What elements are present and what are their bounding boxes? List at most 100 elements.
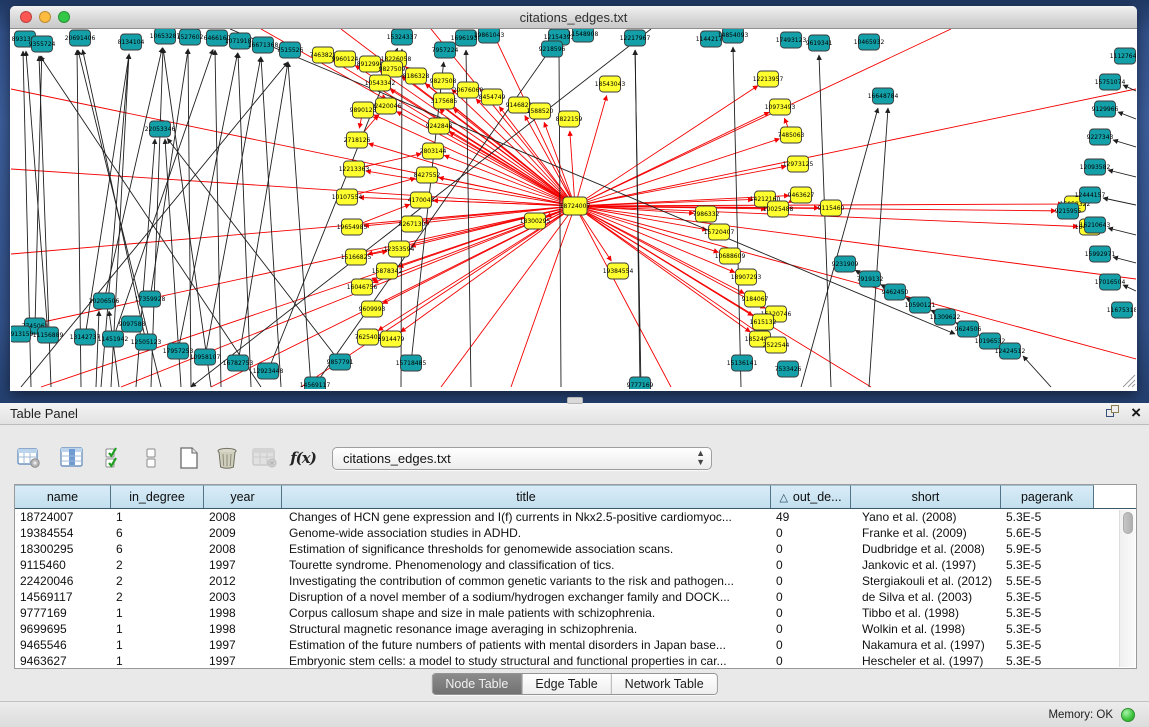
column-header-short[interactable]: short: [851, 485, 1001, 508]
tab-edge-table[interactable]: Edge Table: [522, 674, 611, 694]
network-edge[interactable]: [167, 138, 340, 362]
network-node-label: 15720407: [704, 229, 735, 236]
network-edge[interactable]: [261, 57, 281, 387]
network-edge[interactable]: [1113, 140, 1136, 147]
network-edge[interactable]: [575, 206, 744, 293]
network-edge[interactable]: [215, 50, 221, 387]
tab-node-table[interactable]: Node Table: [432, 674, 522, 694]
network-edge[interactable]: [411, 206, 575, 246]
network-edge[interactable]: [575, 206, 671, 387]
network-edge[interactable]: [1118, 112, 1136, 119]
minimize-window-button[interactable]: [39, 11, 51, 23]
network-node-label: 19384554: [603, 268, 634, 275]
show-columns-icon[interactable]: [59, 445, 85, 471]
network-edge[interactable]: [288, 62, 311, 387]
window-titlebar[interactable]: citations_edges.txt: [10, 6, 1137, 29]
close-window-button[interactable]: [20, 11, 32, 23]
deselect-all-icon[interactable]: [138, 445, 164, 471]
network-edge[interactable]: [11, 206, 575, 254]
network-edge[interactable]: [575, 206, 1136, 359]
table-row[interactable]: 946362711997Embryonic stem cells: a mode…: [15, 653, 1119, 668]
close-panel-icon[interactable]: ×: [1131, 406, 1141, 420]
network-edge[interactable]: [1108, 170, 1136, 177]
tab-network-table[interactable]: Network Table: [612, 674, 717, 694]
network-edge[interactable]: [238, 53, 251, 387]
table-row[interactable]: 911546021997Tourette syndrome. Phenomeno…: [15, 557, 1119, 573]
memory-status-indicator[interactable]: [1121, 708, 1135, 722]
column-header-year[interactable]: year: [204, 485, 282, 508]
network-edge[interactable]: [35, 56, 42, 326]
select-all-icon[interactable]: [102, 445, 128, 471]
network-edge[interactable]: [1108, 228, 1136, 235]
network-edge[interactable]: [575, 96, 607, 206]
table-vertical-scrollbar[interactable]: [1119, 510, 1135, 667]
zoom-window-button[interactable]: [58, 11, 70, 23]
table-row[interactable]: 1456911722003Disruption of a novel membe…: [15, 589, 1119, 605]
table-row[interactable]: 1830029562008Estimation of significance …: [15, 541, 1119, 557]
network-edge[interactable]: [575, 112, 769, 206]
network-edge[interactable]: [575, 29, 951, 206]
network-edge[interactable]: [205, 57, 261, 357]
network-node-label: 9227343: [1087, 134, 1114, 141]
network-node-label: 9609993: [359, 306, 386, 313]
float-panel-icon[interactable]: [1106, 405, 1121, 420]
network-node-label: 10025488: [763, 206, 794, 213]
table-selector-dropdown[interactable]: citations_edges.txt ▲▼: [332, 447, 712, 470]
network-edge[interactable]: [368, 143, 575, 206]
network-node-label: 20691406: [65, 35, 96, 42]
network-node-label: 11309622: [930, 314, 961, 321]
table-row[interactable]: 1872400712008Changes of HCN gene express…: [15, 509, 1119, 525]
network-edge[interactable]: [374, 115, 575, 206]
sort-ascending-icon: △: [779, 491, 787, 504]
new-table-icon[interactable]: [176, 445, 202, 471]
table-cell: Embryonic stem cells: a model to study s…: [282, 654, 771, 668]
scrollbar-thumb[interactable]: [1123, 512, 1133, 534]
network-edge[interactable]: [109, 311, 119, 387]
table-row[interactable]: 1938455462009Genome-wide association stu…: [15, 525, 1119, 541]
network-edge[interactable]: [466, 50, 471, 387]
network-edge[interactable]: [1113, 257, 1136, 263]
network-edge[interactable]: [11, 169, 575, 206]
table-cell: 14569117: [15, 590, 111, 604]
table-cell: 2012: [204, 574, 282, 588]
resize-grip[interactable]: [1123, 375, 1135, 387]
network-canvas[interactable]: 1872400789313049355724206914068134104106…: [11, 29, 1136, 389]
delete-icon[interactable]: [214, 445, 240, 471]
network-edge[interactable]: [150, 49, 188, 299]
network-edge[interactable]: [575, 86, 758, 206]
network-window[interactable]: citations_edges.txt 18724007893130493557…: [10, 6, 1137, 391]
column-header-in_degree[interactable]: in_degree: [111, 485, 204, 508]
function-builder-icon[interactable]: f(x): [290, 445, 316, 471]
network-edge[interactable]: [869, 108, 888, 387]
table-cell: Disruption of a novel member of a sodium…: [282, 590, 771, 604]
network-edge[interactable]: [801, 108, 878, 387]
network-node-label: 3175685: [431, 98, 458, 105]
network-node-label: 8822159: [556, 116, 583, 123]
table-row[interactable]: 946554611997Estimation of the future num…: [15, 637, 1119, 653]
table-mode-icon[interactable]: [16, 445, 42, 471]
column-header-name[interactable]: name: [15, 485, 111, 508]
column-header-out_de[interactable]: △out_de...: [771, 485, 851, 508]
network-node-label: 10107554: [332, 194, 363, 201]
column-header-title[interactable]: title: [282, 485, 771, 508]
network-edge[interactable]: [819, 55, 831, 387]
network-edge[interactable]: [26, 51, 48, 335]
network-edge[interactable]: [178, 53, 238, 351]
network-edge[interactable]: [1103, 198, 1136, 205]
network-node-label: 17016504: [1095, 279, 1126, 286]
table-row[interactable]: 2242004622012Investigating the contribut…: [15, 573, 1119, 589]
network-edge[interactable]: [96, 311, 99, 387]
table-row[interactable]: 969969511998Structural magnetic resonanc…: [15, 621, 1119, 637]
network-edge[interactable]: [104, 48, 162, 301]
column-header-pagerank[interactable]: pagerank: [1001, 485, 1094, 508]
column-header-label: year: [230, 490, 254, 504]
panel-divider-handle[interactable]: [567, 397, 583, 404]
table-cell: Franke et al. (2009): [851, 526, 1001, 540]
node-table: namein_degree year title△out_de... short pag…: [14, 484, 1137, 669]
column-header-label: short: [912, 490, 940, 504]
table-cell: 9463627: [15, 654, 111, 668]
table-row[interactable]: 977716911998Corpus callosum shape and si…: [15, 605, 1119, 621]
network-edge[interactable]: [268, 48, 398, 371]
network-node-label: 9827509: [379, 66, 406, 73]
network-edge[interactable]: [1023, 356, 1051, 387]
